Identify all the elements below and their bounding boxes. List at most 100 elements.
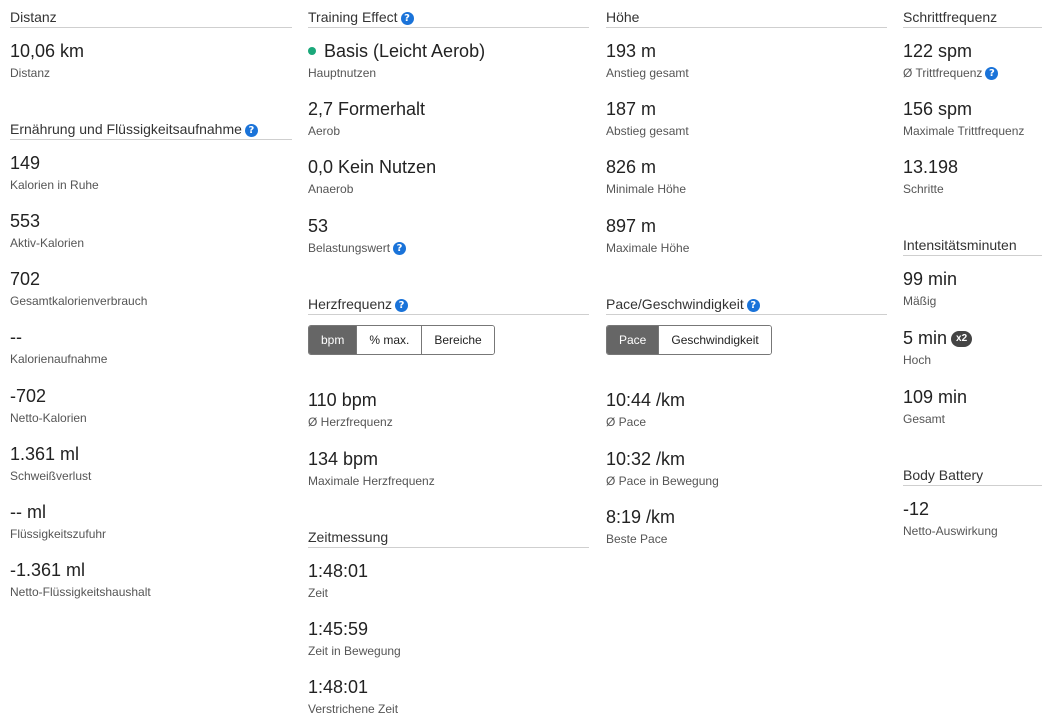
help-icon[interactable]: ?: [395, 298, 409, 312]
timing-section: Zeitmessung: [308, 527, 589, 548]
help-icon[interactable]: ?: [393, 242, 407, 256]
training-effect-title: Training Effect?: [308, 7, 589, 28]
stat-moving-time: 1:45:59 Zeit in Bewegung: [308, 618, 589, 659]
stat-max-cadence: 156 spm Maximale Trittfrequenz: [903, 98, 1042, 139]
stat-value: 1:48:01: [308, 561, 369, 581]
pace-title: Pace/Geschwindigkeit?: [606, 294, 887, 315]
stat-moderate-minutes: 99 min Mäßig: [903, 268, 1042, 309]
stat-label: Anstieg gesamt: [606, 66, 689, 80]
stat-label: Netto-Flüssigkeitshaushalt: [10, 585, 151, 599]
stat-total-minutes: 109 min Gesamt: [903, 386, 1042, 427]
stat-label: Aerob: [308, 124, 341, 138]
stat-value: 8:19 /km: [606, 507, 676, 527]
stat-avg-heart-rate: 110 bpm Ø Herzfrequenz: [308, 389, 589, 430]
stat-avg-pace: 10:44 /km Ø Pace: [606, 389, 887, 430]
stat-value: 10:32 /km: [606, 449, 686, 469]
stat-value: 826 m: [606, 157, 657, 177]
stat-value: 1:48:01: [308, 677, 369, 697]
stat-resting-calories: 149 Kalorien in Ruhe: [10, 152, 292, 193]
stat-label: Ø Pace: [606, 415, 647, 429]
heart-rate-title-text: Herzfrequenz: [308, 296, 393, 312]
nutrition-section: Ernährung und Flüssigkeitsaufnahme?: [10, 119, 292, 140]
stat-value: -1.361 ml: [10, 560, 86, 580]
elevation-title: Höhe: [606, 7, 887, 28]
distance-title: Distanz: [10, 7, 292, 28]
stat-training-load: 53 Belastungswert?: [308, 215, 589, 256]
intensity-section: Intensitätsminuten: [903, 235, 1042, 256]
timing-title: Zeitmessung: [308, 527, 589, 548]
stat-calorie-intake: -- Kalorienaufnahme: [10, 326, 292, 367]
tab-pace[interactable]: Pace: [607, 326, 659, 354]
stat-label: Maximale Herzfrequenz: [308, 474, 435, 488]
stat-elapsed-time: 1:48:01 Verstrichene Zeit: [308, 676, 589, 717]
stat-label: Kalorienaufnahme: [10, 352, 108, 366]
stat-value: -- ml: [10, 502, 46, 522]
help-icon[interactable]: ?: [400, 11, 414, 25]
tab-bpm[interactable]: bpm: [309, 326, 357, 354]
stat-aerobic: 2,7 Formerhalt Aerob: [308, 98, 589, 139]
stat-label: Belastungswert?: [308, 240, 589, 256]
stat-total-descent: 187 m Abstieg gesamt: [606, 98, 887, 139]
stat-value: 134 bpm: [308, 449, 379, 469]
stat-label: Maximale Höhe: [606, 241, 690, 255]
tab-speed[interactable]: Geschwindigkeit: [658, 326, 771, 354]
stat-value: 149: [10, 153, 41, 173]
stat-avg-cadence: 122 spm Ø Trittfrequenz?: [903, 40, 1042, 81]
stat-label: Kalorien in Ruhe: [10, 178, 99, 192]
stat-value: 110 bpm: [308, 390, 377, 410]
stat-value: 109 min: [903, 387, 968, 407]
help-icon[interactable]: ?: [746, 298, 760, 312]
stat-value: 99 min: [903, 269, 958, 289]
cadence-section: Schrittfrequenz: [903, 7, 1042, 28]
stat-label: Maximale Trittfrequenz: [903, 124, 1025, 138]
multiplier-badge: x2: [951, 331, 973, 348]
nutrition-title-text: Ernährung und Flüssigkeitsaufnahme: [10, 121, 242, 137]
stat-label: Ø Pace in Bewegung: [606, 474, 719, 488]
stat-label: Aktiv-Kalorien: [10, 236, 85, 250]
pace-section: Pace/Geschwindigkeit?: [606, 294, 887, 315]
stat-label: Anaerob: [308, 182, 354, 196]
stat-total-calories: 702 Gesamtkalorienverbrauch: [10, 268, 292, 309]
stat-active-calories: 553 Aktiv-Kalorien: [10, 210, 292, 251]
stat-value: 122 spm: [903, 41, 973, 61]
stat-value: 0,0 Kein Nutzen: [308, 157, 437, 177]
avg-cadence-label: Ø Trittfrequenz: [903, 66, 983, 80]
cadence-title: Schrittfrequenz: [903, 7, 1042, 28]
intensity-title: Intensitätsminuten: [903, 235, 1042, 256]
stat-value: 897 m: [606, 216, 657, 236]
help-icon[interactable]: ?: [244, 123, 258, 137]
stat-body-battery-net: -12 Netto-Auswirkung: [903, 498, 1042, 539]
heart-rate-section: Herzfrequenz?: [308, 294, 589, 315]
body-battery-section: Body Battery: [903, 465, 1042, 486]
stat-label: Schweißverlust: [10, 469, 92, 483]
stat-fluid-intake: -- ml Flüssigkeitszufuhr: [10, 501, 292, 542]
body-battery-title: Body Battery: [903, 465, 1042, 486]
help-icon[interactable]: ?: [985, 67, 999, 81]
tab-zones[interactable]: Bereiche: [421, 326, 494, 354]
stat-steps: 13.198 Schritte: [903, 156, 1042, 197]
stat-value: 156 spm: [903, 99, 973, 119]
stat-value: 1:45:59: [308, 619, 369, 639]
stat-label: Ø Herzfrequenz: [308, 415, 393, 429]
stat-value: 5 min x2: [903, 327, 1042, 349]
heart-rate-unit-toggle: bpm % max. Bereiche: [308, 325, 495, 355]
stat-label: Netto-Auswirkung: [903, 524, 998, 538]
stat-label: Beste Pace: [606, 532, 668, 546]
stat-max-elevation: 897 m Maximale Höhe: [606, 215, 887, 256]
distance-section: Distanz: [10, 7, 292, 28]
stat-value: 187 m: [606, 99, 657, 119]
stat-vigorous-minutes: 5 min x2 Hoch: [903, 327, 1042, 368]
distance-value: 10,06 km: [10, 41, 85, 61]
stat-value: 553: [10, 211, 41, 231]
stat-label: Hoch: [903, 353, 932, 367]
stat-total-ascent: 193 m Anstieg gesamt: [606, 40, 887, 81]
nutrition-title: Ernährung und Flüssigkeitsaufnahme?: [10, 119, 292, 140]
stat-label: Minimale Höhe: [606, 182, 687, 196]
stat-value: 1.361 ml: [10, 444, 80, 464]
stat-label: Verstrichene Zeit: [308, 702, 399, 716]
stat-best-pace: 8:19 /km Beste Pace: [606, 506, 887, 547]
tab-percent-max[interactable]: % max.: [356, 326, 422, 354]
distance-stat: 10,06 km Distanz: [10, 40, 292, 81]
stat-net-calories: -702 Netto-Kalorien: [10, 385, 292, 426]
stat-value: 2,7 Formerhalt: [308, 99, 426, 119]
